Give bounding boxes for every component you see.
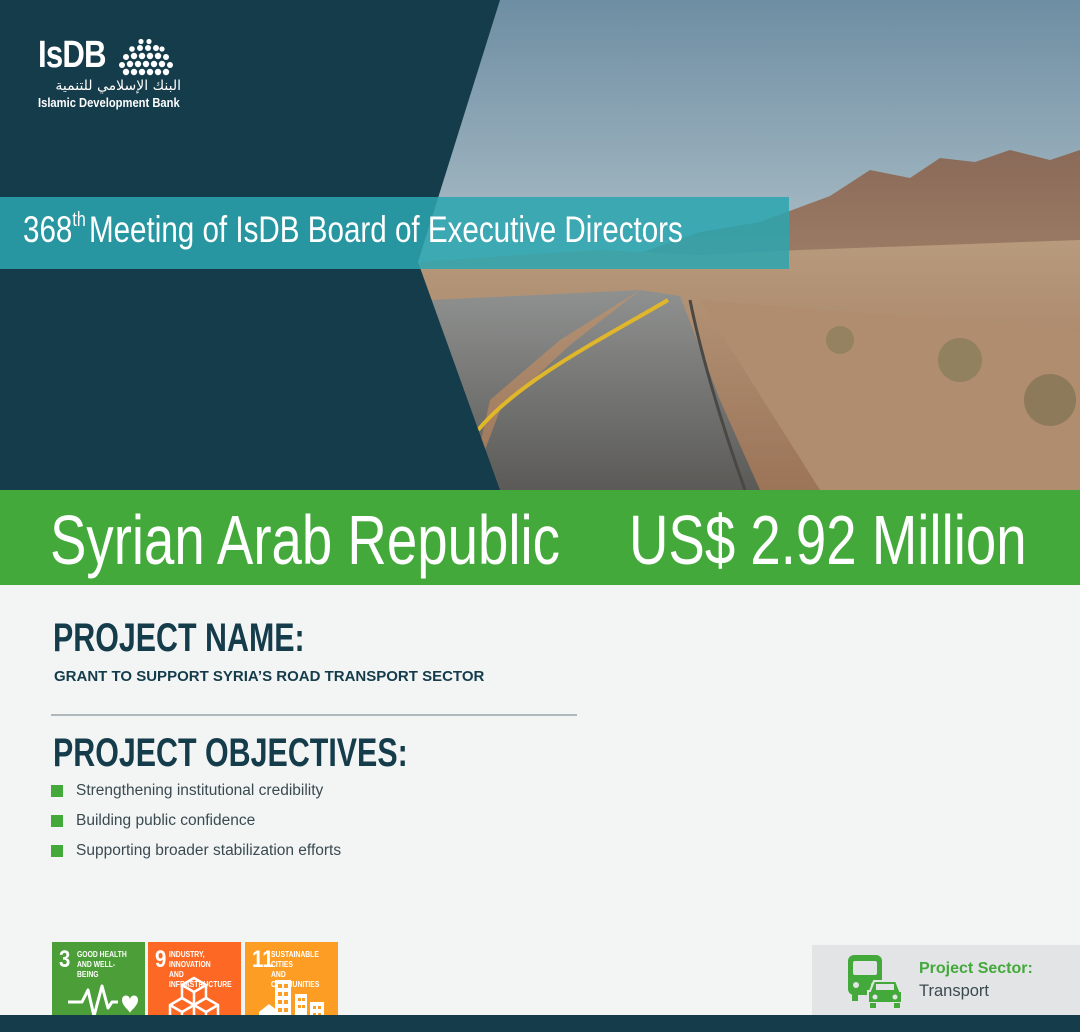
hero-section: IsDB البنك الإسلامي للتنمية Islamic Deve… xyxy=(0,0,1080,490)
list-item: Supporting broader stabilization efforts xyxy=(51,840,341,870)
section-divider xyxy=(51,714,577,716)
sector-label: Project Sector: xyxy=(919,960,1033,977)
footer-bar xyxy=(0,1015,1080,1032)
project-flyer: IsDB البنك الإسلامي للتنمية Islamic Deve… xyxy=(0,0,1080,1032)
project-sector-box: Project Sector: Transport xyxy=(812,945,1080,1015)
country-amount-banner: Syrian Arab Republic US$ 2.92 Million xyxy=(0,490,1080,585)
meeting-number: 368 xyxy=(23,209,73,250)
objectives-list: Strengthening institutional credibility … xyxy=(51,780,341,870)
bullet-square-icon xyxy=(51,785,63,797)
logo-arabic-name: البنك الإسلامي للتنمية xyxy=(55,78,181,94)
meeting-banner: 368thMeeting of IsDB Board of Executive … xyxy=(0,197,789,269)
dome-icon xyxy=(119,38,173,76)
logo-english-name: Islamic Development Bank xyxy=(38,95,180,110)
project-objectives-heading: PROJECT OBJECTIVES: xyxy=(53,731,408,775)
country-name: Syrian Arab Republic xyxy=(50,501,560,579)
objective-text: Supporting broader stabilization efforts xyxy=(76,842,342,859)
meeting-title: 368thMeeting of IsDB Board of Executive … xyxy=(23,209,683,251)
project-name: GRANT TO SUPPORT SYRIA’S ROAD TRANSPORT … xyxy=(54,668,485,685)
bullet-square-icon xyxy=(51,845,63,857)
objective-text: Building public confidence xyxy=(76,812,256,829)
objective-text: Strengthening institutional credibility xyxy=(76,782,324,799)
project-name-heading: PROJECT NAME: xyxy=(53,616,305,660)
meeting-title-rest: Meeting of IsDB Board of Executive Direc… xyxy=(88,209,683,250)
bullet-square-icon xyxy=(51,815,63,827)
logo-mark: IsDB xyxy=(38,34,107,76)
meeting-ordinal: th xyxy=(72,209,86,231)
bus-car-icon xyxy=(848,955,903,1008)
sector-value: Transport xyxy=(919,982,989,1000)
list-item: Building public confidence xyxy=(51,810,341,840)
financing-amount: US$ 2.92 Million xyxy=(629,501,1027,579)
list-item: Strengthening institutional credibility xyxy=(51,780,341,810)
